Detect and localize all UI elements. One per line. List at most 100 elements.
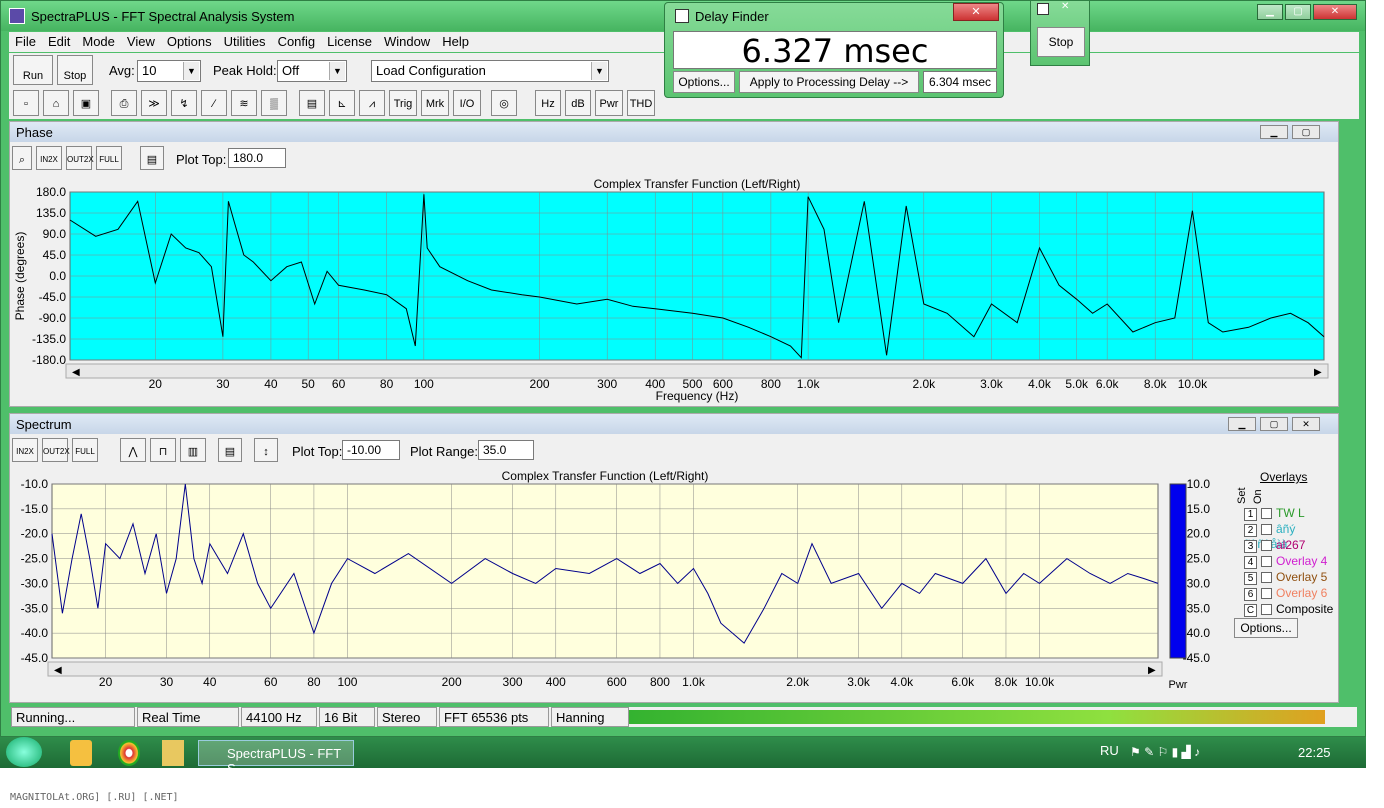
overlay-checkbox[interactable] xyxy=(1261,556,1272,568)
chrome-icon[interactable] xyxy=(118,740,140,766)
menu-help[interactable]: Help xyxy=(436,32,475,51)
overlay-set-button[interactable]: 3 xyxy=(1244,540,1257,553)
overlay-set-button[interactable]: 6 xyxy=(1244,588,1257,601)
overlay-set-button[interactable]: C xyxy=(1244,604,1257,617)
print-icon[interactable]: ⎙ xyxy=(111,90,137,116)
chevron-down-icon[interactable]: ▼ xyxy=(183,62,199,80)
line-mode-icon[interactable]: ⋀ xyxy=(120,438,146,462)
maximize-icon[interactable]: ▢ xyxy=(1285,4,1311,20)
overlay-checkbox[interactable] xyxy=(1261,588,1272,600)
apply-delay-button[interactable]: Apply to Processing Delay --> xyxy=(739,71,919,93)
menu-config[interactable]: Config xyxy=(272,32,322,51)
media-player-icon[interactable] xyxy=(70,740,92,766)
spectrogram-icon[interactable]: ▒ xyxy=(261,90,287,116)
phase-plot-top-input[interactable]: 180.0 xyxy=(228,148,286,168)
zoom-out-full-button[interactable]: FULL xyxy=(72,438,98,462)
menu-edit[interactable]: Edit xyxy=(42,32,76,51)
menu-options[interactable]: Options xyxy=(161,32,218,51)
y-tick-label: 0.0 xyxy=(49,269,66,283)
zoom-in-2x-button[interactable]: IN2X xyxy=(36,146,62,170)
overlay-checkbox[interactable] xyxy=(1261,508,1272,520)
slope-icon[interactable]: ∕ xyxy=(201,90,227,116)
tool-hz-button[interactable]: Hz xyxy=(535,90,561,116)
zoom-icon[interactable]: ⌕ xyxy=(12,146,32,170)
overlay-checkbox[interactable] xyxy=(1261,540,1272,552)
zoom-out-full-button[interactable]: FULL xyxy=(96,146,122,170)
close-icon[interactable]: ✕ xyxy=(953,3,999,21)
minimize-icon[interactable]: ▁ xyxy=(1260,125,1288,139)
overlay-item[interactable]: 5 Overlay 5 xyxy=(1244,570,1327,585)
overlay-item[interactable]: C Composite xyxy=(1244,602,1333,617)
stop-button[interactable]: Stop xyxy=(57,55,93,85)
zoom-out-2x-button[interactable]: OUT2X xyxy=(42,438,70,462)
menu-window[interactable]: Window xyxy=(378,32,436,51)
folder-icon[interactable] xyxy=(162,740,184,766)
menu-file[interactable]: File xyxy=(9,32,42,51)
minimize-icon[interactable]: ▁ xyxy=(1257,4,1283,20)
overlay-options-button[interactable]: Options... xyxy=(1234,618,1298,638)
overlays-on-label: On xyxy=(1252,489,1264,504)
avg-select[interactable]: 10 ▼ xyxy=(137,60,201,82)
chevron-down-icon[interactable]: ▼ xyxy=(591,62,607,80)
display-icon[interactable]: ▤ xyxy=(299,90,325,116)
delay-options-button[interactable]: Options... xyxy=(673,71,735,93)
tool-db-button[interactable]: dB xyxy=(565,90,591,116)
tray-icons[interactable]: ⚑ ✎ ⚐ ▮ ▟ ♪ xyxy=(1130,745,1230,771)
overlay-set-button[interactable]: 1 xyxy=(1244,508,1257,521)
overlay-item[interactable]: 4 Overlay 4 xyxy=(1244,554,1327,569)
spectrum-chart[interactable]: Complex Transfer Function (Left/Right) -1… xyxy=(10,466,1234,702)
properties-icon[interactable]: ▤ xyxy=(140,146,164,170)
configuration-select[interactable]: Load Configuration ▼ xyxy=(371,60,609,82)
start-button[interactable] xyxy=(6,737,42,767)
close-icon[interactable]: ✕ xyxy=(1313,4,1357,20)
waterfall-icon[interactable]: ≋ xyxy=(231,90,257,116)
close-icon[interactable]: ✕ xyxy=(1061,1,1069,12)
stop-window-button[interactable]: Stop xyxy=(1037,27,1085,57)
overlay-checkbox[interactable] xyxy=(1261,604,1272,616)
menu-license[interactable]: License xyxy=(321,32,378,51)
menu-utilities[interactable]: Utilities xyxy=(218,32,272,51)
peak-icon[interactable]: ⩘ xyxy=(359,90,385,116)
overlay-item[interactable]: 6 Overlay 6 xyxy=(1244,586,1327,601)
phase-chart[interactable]: Complex Transfer Function (Left/Right) 18… xyxy=(10,174,1338,406)
minimize-icon[interactable]: ▁ xyxy=(1228,417,1256,431)
tool-io-button[interactable]: I/O xyxy=(453,90,481,116)
maximize-icon[interactable]: ▢ xyxy=(1292,125,1320,139)
tool-mrk-button[interactable]: Mrk xyxy=(421,90,449,116)
step-mode-icon[interactable]: ⊓ xyxy=(150,438,176,462)
run-button[interactable]: Run xyxy=(13,55,53,85)
properties-icon[interactable]: ▤ xyxy=(218,438,242,462)
menu-view[interactable]: View xyxy=(121,32,161,51)
menu-mode[interactable]: Mode xyxy=(76,32,121,51)
overlay-item[interactable]: 1 TW L xyxy=(1244,506,1305,521)
overlay-set-button[interactable]: 2 xyxy=(1244,524,1257,537)
range-icon[interactable]: ↕ xyxy=(254,438,278,462)
spectrum-plot-top-input[interactable]: -10.00 xyxy=(342,440,400,460)
new-icon[interactable]: ▫ xyxy=(13,90,39,116)
transfer-icon[interactable]: ↯ xyxy=(171,90,197,116)
tool-pwr-button[interactable]: Pwr xyxy=(595,90,623,116)
axis-icon[interactable]: ⊾ xyxy=(329,90,355,116)
generator-icon[interactable]: ◎ xyxy=(491,90,517,116)
maximize-icon[interactable]: ▢ xyxy=(1260,417,1288,431)
taskbar-app-button[interactable]: SpectraPLUS - FFT S... xyxy=(198,740,354,776)
overlay-checkbox[interactable] xyxy=(1261,524,1272,536)
scroll-left-icon: ◀ xyxy=(54,665,62,676)
zoom-out-2x-button[interactable]: OUT2X xyxy=(66,146,94,170)
language-indicator[interactable]: RU xyxy=(1100,743,1119,769)
close-icon[interactable]: ✕ xyxy=(1292,417,1320,431)
bar-mode-icon[interactable]: ▥ xyxy=(180,438,206,462)
spectrum-plot-range-input[interactable]: 35.0 xyxy=(478,440,534,460)
waveform-icon[interactable]: ≫ xyxy=(141,90,167,116)
overlay-set-button[interactable]: 5 xyxy=(1244,572,1257,585)
overlay-set-button[interactable]: 4 xyxy=(1244,556,1257,569)
overlay-checkbox[interactable] xyxy=(1261,572,1272,584)
peak-hold-select[interactable]: Off ▼ xyxy=(277,60,347,82)
overlay-item[interactable]: 3 al267 xyxy=(1244,538,1305,553)
save-icon[interactable]: ▣ xyxy=(73,90,99,116)
tool-trig-button[interactable]: Trig xyxy=(389,90,417,116)
zoom-in-2x-button[interactable]: IN2X xyxy=(12,438,38,462)
open-icon[interactable]: ⌂ xyxy=(43,90,69,116)
chevron-down-icon[interactable]: ▼ xyxy=(329,62,345,80)
tool-thd-button[interactable]: THD xyxy=(627,90,655,116)
